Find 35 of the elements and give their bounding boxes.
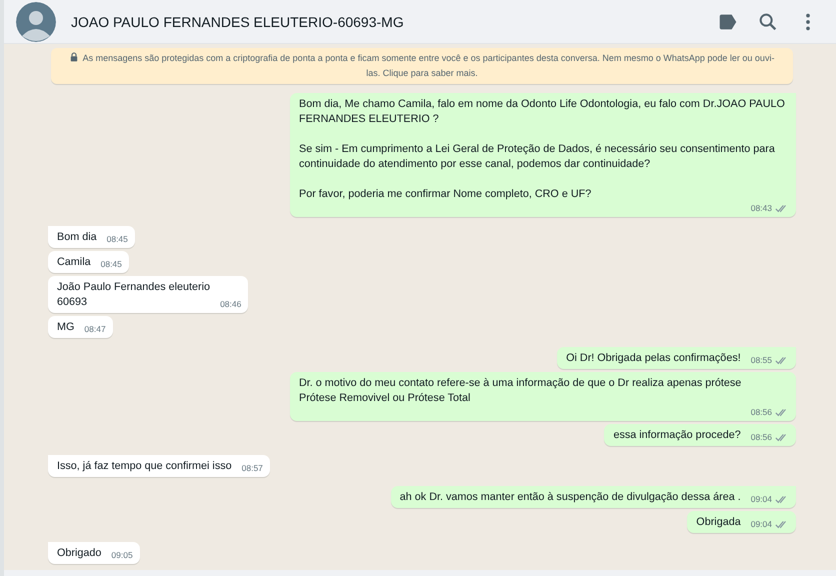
notice-text: As mensagens são protegidas com a criptografia de ponta a ponta e ficam somente entre você e os participantes desta conversa. Nem mesmo o WhatsApp pode ler ou ouvi-las. Clique para saber mais. xyxy=(82,53,774,78)
message-text: ah ok Dr. vamos manter então à suspenção de divulgação dessa área . xyxy=(400,490,741,505)
message-time: 09:04 xyxy=(750,493,772,505)
message-text: MG xyxy=(57,320,74,335)
message-time: 08:55 xyxy=(750,354,772,366)
message-time: 08:57 xyxy=(242,462,263,474)
message-text: Obrigada xyxy=(696,515,741,530)
double-check-icon xyxy=(775,356,789,364)
message-time: 08:56 xyxy=(750,431,772,443)
message-time: 09:04 xyxy=(750,518,772,530)
message-time: 08:47 xyxy=(84,323,106,335)
message-text: Camila xyxy=(57,255,91,270)
message-time: 08:43 xyxy=(750,202,772,214)
avatar[interactable] xyxy=(16,2,56,42)
message-text: Bom dia, Me chamo Camila, falo em nome da Odonto Life Odontologia, eu falo com Dr.JOAO PAULO FERNANDES ELEUTERIO ? Se sim - Em cumprimento a Lei Geral de Proteção de Dados, é necessário seu consentimento para continuidade do atendimento por esse canal, podemos dar continuidade? Por favor, poderia me confirmar Nome completo, CRO e UF? xyxy=(299,97,786,202)
message-text: Oi Dr! Obrigada pelas confirmações! xyxy=(566,351,741,366)
message-text: Bom dia xyxy=(57,230,97,245)
double-check-icon xyxy=(775,204,789,212)
message-time: 08:45 xyxy=(106,233,128,245)
message-text: Dr. o motivo do meu contato refere-se à uma informação de que o Dr realiza apenas prótese Prótese Removivel ou Prótese Total xyxy=(299,376,742,406)
contact-name[interactable]: JOAO PAULO FERNANDES ELEUTERIO-60693-MG xyxy=(71,14,712,30)
message-text: essa informação procede? xyxy=(613,428,741,443)
double-check-icon xyxy=(775,408,789,416)
message-text: Obrigado xyxy=(57,546,102,561)
double-check-icon xyxy=(775,520,789,528)
message-time: 08:56 xyxy=(750,406,772,418)
lock-icon xyxy=(70,52,78,62)
message-time: 08:45 xyxy=(100,258,122,270)
message-time: 08:46 xyxy=(220,298,242,310)
encryption-notice[interactable]: As mensagens são protegidas com a criptografia de ponta a ponta e ficam somente entre você e os participantes desta conversa. Nem mesmo o WhatsApp pode ler ou ouvi-las. Clique para saber mais. xyxy=(51,48,793,84)
message-text: João Paulo Fernandes eleuterio 60693 xyxy=(57,280,210,310)
double-check-icon xyxy=(775,494,789,504)
double-check-icon xyxy=(775,432,789,442)
message-time: 09:05 xyxy=(111,549,133,561)
message-text: Isso, já faz tempo que confirmei isso xyxy=(57,459,232,474)
